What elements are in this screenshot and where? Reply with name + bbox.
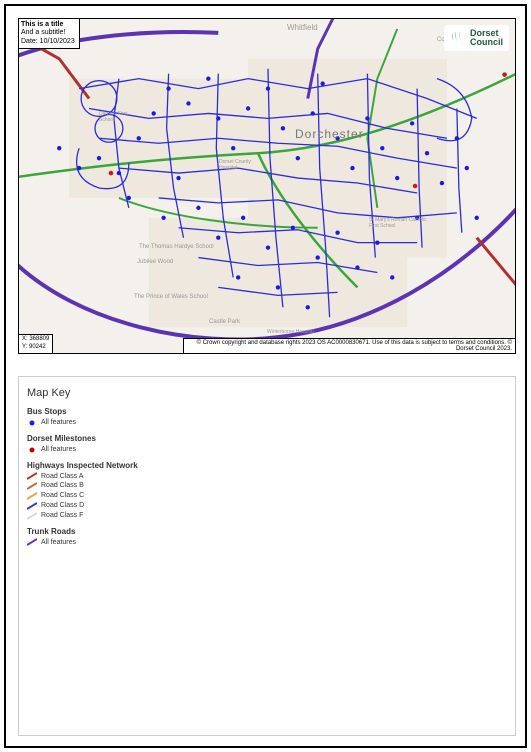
map-subtitle: And a subtitle!	[21, 29, 75, 37]
map-title-box: This is a title And a subtitle! Date: 10…	[19, 19, 80, 49]
legend-item-label: Road Class C	[41, 491, 84, 501]
legend-section-heading: Trunk Roads	[27, 527, 507, 536]
line-icon	[27, 512, 37, 520]
copyright-box: © Crown copyright and database rights 20…	[183, 338, 515, 353]
legend-section-heading: Highways Inspected Network	[27, 461, 507, 470]
legend-item: All features	[27, 418, 507, 428]
legend-item-label: All features	[41, 538, 76, 548]
legend-item-label: All features	[41, 445, 76, 455]
map-panel[interactable]: Whitfield Dorchester Coker's Frome Farm …	[18, 18, 516, 354]
dorset-logo-icon	[450, 30, 466, 46]
legend-panel: Map Key Bus Stops All features Dorset Mile…	[18, 376, 516, 736]
map-canvas	[19, 19, 515, 353]
coord-y: Y: 90242	[22, 344, 49, 352]
legend-item-label: Road Class A	[41, 472, 83, 482]
logo-box: Dorset Council	[444, 25, 509, 51]
page-frame: Whitfield Dorchester Coker's Frome Farm …	[4, 4, 527, 748]
line-icon	[27, 538, 37, 546]
legend-sections: Bus Stops All features Dorset Milestones Al…	[27, 407, 507, 547]
legend-item: Road Class D	[27, 501, 507, 511]
line-icon	[27, 492, 37, 500]
coord-x: X: 368809	[22, 336, 49, 344]
line-icon	[27, 502, 37, 510]
legend-item-label: Road Class B	[41, 481, 84, 491]
dot-icon	[27, 419, 37, 427]
legend-item-label: Road Class D	[41, 501, 84, 511]
legend-section-heading: Dorset Milestones	[27, 434, 507, 443]
legend-item-label: All features	[41, 418, 76, 428]
legend-item: Road Class C	[27, 491, 507, 501]
map-title: This is a title	[21, 21, 75, 29]
legend-item: Road Class A	[27, 472, 507, 482]
legend-item: All features	[27, 538, 507, 548]
legend-section-heading: Bus Stops	[27, 407, 507, 416]
line-icon	[27, 482, 37, 490]
map-date: Date: 10/10/2023	[21, 38, 75, 46]
legend-item: All features	[27, 445, 507, 455]
legend-title: Map Key	[27, 387, 507, 399]
logo-text: Dorset Council	[470, 29, 503, 47]
legend-item: Road Class F	[27, 511, 507, 521]
legend-item: Road Class B	[27, 481, 507, 491]
line-icon	[27, 472, 37, 480]
legend-item-label: Road Class F	[41, 511, 83, 521]
dot-icon	[27, 446, 37, 454]
coord-box: X: 368809 Y: 90242	[19, 334, 53, 353]
